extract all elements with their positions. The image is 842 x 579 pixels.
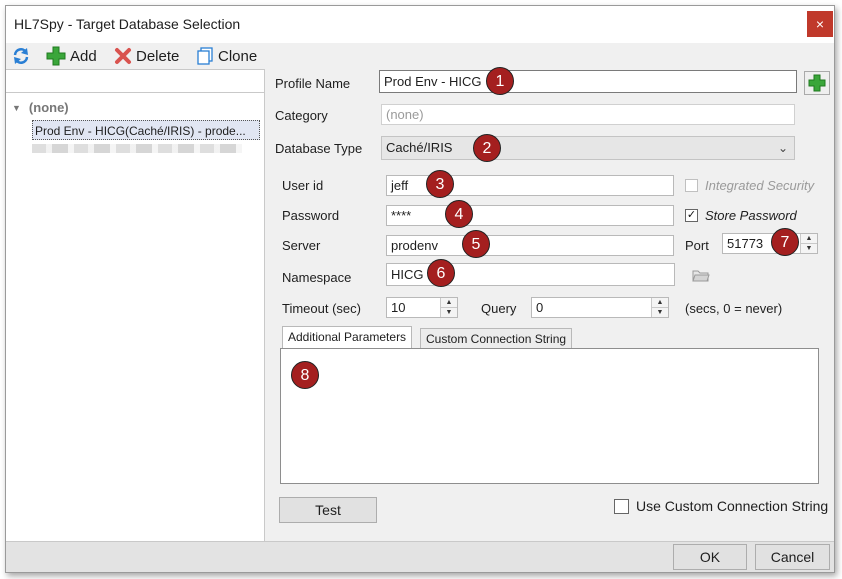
database-type-value: Caché/IRIS (386, 140, 453, 155)
delete-label: Delete (136, 47, 180, 65)
callout-1: 1 (486, 67, 514, 95)
spin-up-icon[interactable]: ▲ (652, 298, 668, 308)
tab-custom-connection-string[interactable]: Custom Connection String (420, 328, 573, 348)
secs-note: (secs, 0 = never) (685, 301, 783, 316)
window-title: HL7Spy - Target Database Selection (14, 16, 241, 32)
cancel-button[interactable]: Cancel (755, 544, 830, 570)
profile-name-label: Profile Name (275, 76, 351, 91)
store-password-label: Store Password (705, 208, 797, 223)
timeout-value: 10 (391, 300, 406, 315)
clone-icon (197, 47, 213, 65)
port-spin-buttons[interactable]: ▲ ▼ (800, 234, 817, 253)
add-label: Add (70, 47, 97, 65)
tree-root-none[interactable]: ▼ (none) (12, 100, 69, 115)
integrated-security-label: Integrated Security (705, 178, 815, 193)
callout-8: 8 (291, 361, 319, 389)
clone-button[interactable]: Clone (196, 46, 257, 66)
port-value: 51773 (727, 236, 764, 251)
profile-item-prod-env[interactable]: Prod Env - HICG(Caché/IRIS) - prode... (32, 120, 260, 140)
callout-2: 2 (473, 134, 501, 162)
password-input[interactable]: **** (386, 205, 674, 226)
server-label: Server (282, 238, 321, 253)
profile-filter-input[interactable] (6, 70, 264, 93)
port-label: Port (685, 238, 709, 253)
spin-up-icon[interactable]: ▲ (801, 234, 817, 244)
integrated-security-checkbox[interactable] (685, 179, 698, 192)
use-custom-connection-label: Use Custom Connection String (636, 498, 829, 514)
user-id-label: User id (282, 178, 324, 193)
database-type-select[interactable]: Caché/IRIS ⌄ (381, 136, 795, 160)
refresh-icon (13, 48, 29, 64)
port-stepper[interactable]: 51773 ▲ ▼ (722, 233, 818, 254)
collapse-arrow-icon[interactable]: ▼ (12, 103, 21, 113)
close-button[interactable]: × (807, 11, 833, 37)
query-spin-buttons[interactable]: ▲ ▼ (651, 298, 668, 317)
refresh-button[interactable] (12, 46, 34, 66)
add-profile-button[interactable] (804, 71, 830, 95)
chevron-down-icon: ⌄ (777, 141, 788, 155)
query-label: Query (481, 301, 517, 316)
timeout-spin-buttons[interactable]: ▲ ▼ (440, 298, 457, 317)
category-input[interactable]: (none) (381, 104, 795, 125)
query-value: 0 (536, 300, 544, 315)
password-label: Password (282, 208, 340, 223)
delete-x-icon (115, 48, 131, 64)
spin-down-icon[interactable]: ▼ (652, 308, 668, 317)
add-button[interactable]: Add (46, 46, 97, 66)
query-stepper[interactable]: 0 ▲ ▼ (531, 297, 669, 318)
additional-parameters-textarea[interactable] (280, 348, 819, 484)
store-password-checkbox[interactable]: ✓ (685, 209, 698, 222)
ok-button[interactable]: OK (673, 544, 747, 570)
title-bar: HL7Spy - Target Database Selection × (6, 6, 834, 43)
spin-down-icon[interactable]: ▼ (801, 244, 817, 253)
tree-root-label: (none) (28, 100, 69, 115)
spin-down-icon[interactable]: ▼ (441, 308, 457, 317)
callout-4: 4 (445, 200, 473, 228)
callout-7: 7 (771, 228, 799, 256)
folder-icon[interactable] (692, 268, 710, 285)
timeout-stepper[interactable]: 10 ▲ ▼ (386, 297, 458, 318)
server-input[interactable]: prodenv (386, 235, 674, 256)
spin-up-icon[interactable]: ▲ (441, 298, 457, 308)
dialog-window: HL7Spy - Target Database Selection × Add… (5, 5, 835, 573)
category-label: Category (275, 108, 328, 123)
namespace-label: Namespace (282, 270, 352, 285)
test-button[interactable]: Test (279, 497, 377, 523)
tab-additional-parameters[interactable]: Additional Parameters (282, 326, 413, 348)
plus-icon (808, 74, 826, 92)
profile-name-input[interactable]: Prod Env - HICG (379, 70, 797, 93)
use-custom-connection-checkbox[interactable] (614, 499, 629, 514)
callout-3: 3 (426, 170, 454, 198)
callout-5: 5 (462, 230, 490, 258)
plus-icon (46, 46, 66, 66)
delete-button[interactable]: Delete (114, 46, 179, 66)
clone-label: Clone (218, 47, 258, 65)
callout-6: 6 (427, 259, 455, 287)
timeout-label: Timeout (sec) (282, 301, 361, 316)
redacted-profile-item[interactable] (32, 144, 242, 153)
database-type-label: Database Type (275, 141, 363, 156)
toolbar: Add Delete Clone (6, 43, 834, 69)
profile-list-panel: ▼ (none) Prod Env - HICG(Caché/IRIS) - p… (6, 69, 265, 542)
